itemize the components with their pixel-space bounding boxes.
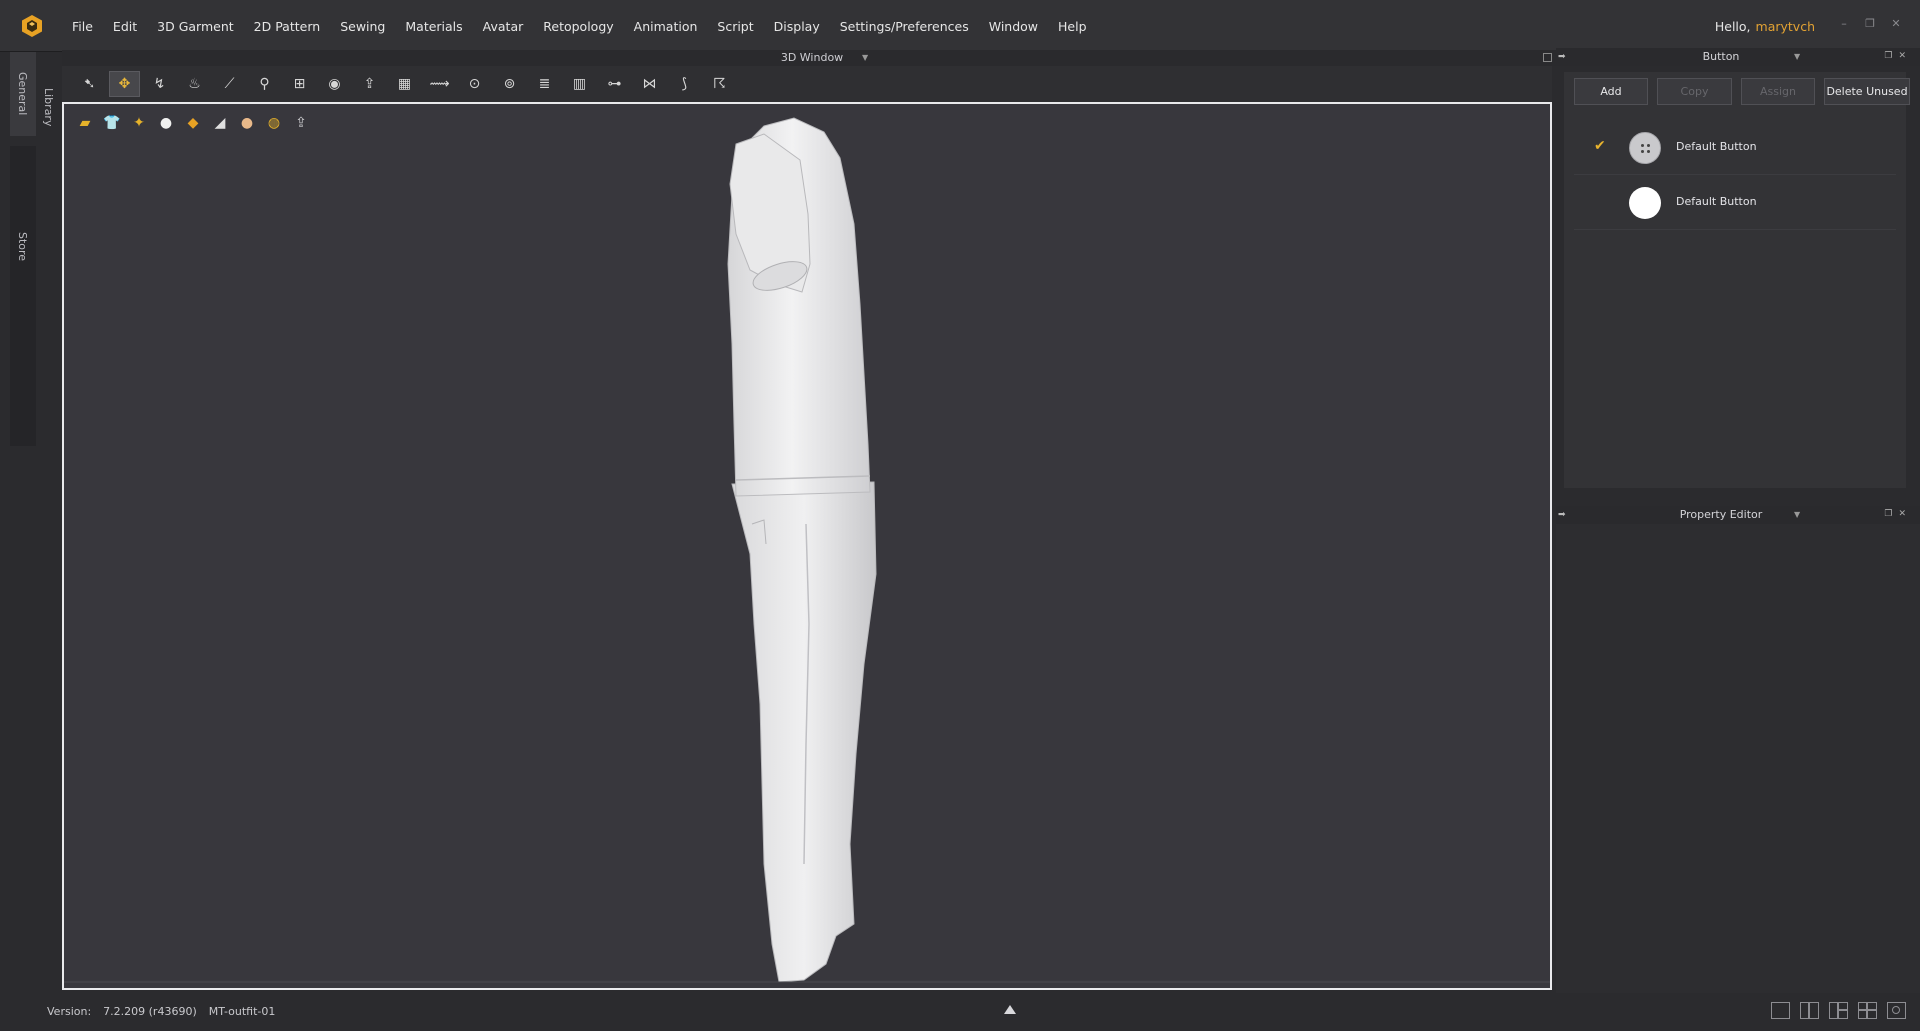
- tab-store-label: Store: [16, 232, 29, 262]
- menu-item-retopology[interactable]: Retopology: [533, 19, 623, 34]
- version-label: Version:: [47, 1005, 92, 1018]
- menu-item-animation[interactable]: Animation: [624, 19, 708, 34]
- main-menu: File Edit 3D Garment 2D Pattern Sewing Materi…: [62, 0, 1097, 52]
- greeting-text: Hello,: [1714, 18, 1751, 34]
- avatar-pose-icon[interactable]: ⚲: [249, 71, 280, 97]
- four-pane-layout-icon[interactable]: [1858, 1002, 1877, 1019]
- seam-icon[interactable]: ⋈: [634, 71, 665, 97]
- chevron-down-icon[interactable]: ▼: [862, 50, 868, 66]
- copy-button[interactable]: Copy: [1657, 78, 1732, 105]
- version-info: Version: 7.2.209 (r43690) MT-outfit-01: [47, 1005, 275, 1018]
- tack-icon[interactable]: ⊞: [284, 71, 315, 97]
- assign-button[interactable]: Assign: [1741, 78, 1815, 105]
- measure-icon[interactable]: ⟋: [214, 71, 245, 97]
- undock-icon[interactable]: ❐: [1884, 51, 1892, 61]
- chevron-down-icon[interactable]: ▼: [1794, 506, 1800, 524]
- window-3d-toolbar: ➷ ✥ ↯ ♨ ⟋ ⚲ ⊞ ◉ ⇪ ▦ ⟿ ⊙ ⊚ ≣ ▥ ⊶ ⋈ ⟆ ☈: [62, 66, 1552, 102]
- tab-general[interactable]: General: [10, 52, 36, 136]
- menu-item-script[interactable]: Script: [707, 19, 763, 34]
- file-name: MT-outfit-01: [208, 1005, 276, 1018]
- button-library-panel: Add Copy Assign Delete Unused ✔ Default …: [1564, 72, 1910, 488]
- three-pane-layout-icon[interactable]: [1829, 1002, 1848, 1019]
- button-name: Default Button: [1676, 140, 1757, 153]
- menu-item-help[interactable]: Help: [1048, 19, 1097, 34]
- property-editor-title: Property Editor: [1679, 508, 1763, 521]
- username-link[interactable]: marytvch: [1756, 19, 1815, 34]
- list-item[interactable]: ✔ Default Button: [1574, 120, 1896, 175]
- menu-item-3d-garment[interactable]: 3D Garment: [147, 19, 244, 34]
- window-controls: – ❐ ✕: [1838, 18, 1902, 30]
- restore-icon[interactable]: ❐: [1864, 18, 1876, 30]
- undock-icon[interactable]: ❐: [1884, 509, 1892, 519]
- user-greeting: Hello, marytvch: [1715, 0, 1815, 52]
- layout-switcher: [1771, 1002, 1906, 1019]
- window-3d-header: 3D Window ▼: [62, 50, 1562, 66]
- pipe-icon[interactable]: ⟆: [669, 71, 700, 97]
- pin-icon[interactable]: ◉: [319, 71, 350, 97]
- button-thumbnail: [1629, 187, 1661, 219]
- split-layout-icon[interactable]: [1800, 1002, 1819, 1019]
- button-name: Default Button: [1676, 195, 1757, 208]
- menu-bar: File Edit 3D Garment 2D Pattern Sewing Materi…: [0, 0, 1920, 52]
- menu-item-materials[interactable]: Materials: [395, 19, 472, 34]
- version-number: 7.2.209 (r43690): [103, 1005, 197, 1018]
- menu-item-settings-preferences[interactable]: Settings/Preferences: [830, 19, 979, 34]
- menu-item-sewing[interactable]: Sewing: [330, 19, 395, 34]
- side-tab-strip: General Library Store: [0, 52, 62, 1031]
- zipper-icon[interactable]: ≣: [529, 71, 560, 97]
- property-editor-panel: [1556, 524, 1920, 993]
- window-3d-title: 3D Window: [780, 51, 844, 64]
- close-icon[interactable]: ✕: [1898, 51, 1906, 61]
- custom-layout-icon[interactable]: [1887, 1002, 1906, 1019]
- right-panel-column: ➡ Button ▼ ❐ ✕ Add Copy Assign Delete Un…: [1556, 48, 1920, 993]
- menu-item-avatar[interactable]: Avatar: [473, 19, 534, 34]
- panel-window-icons: ❐ ✕: [1884, 509, 1906, 519]
- undock-icon[interactable]: [1543, 53, 1552, 62]
- menu-item-2d-pattern[interactable]: 2D Pattern: [244, 19, 331, 34]
- menu-item-edit[interactable]: Edit: [103, 19, 147, 34]
- close-icon[interactable]: ✕: [1890, 18, 1902, 30]
- button-panel-actions: Add Copy Assign Delete Unused: [1574, 78, 1910, 105]
- trim-icon[interactable]: ⊶: [599, 71, 630, 97]
- property-editor-header: ➡ Property Editor ▼ ❐ ✕: [1556, 506, 1920, 524]
- panel-window-icons: ❐ ✕: [1884, 51, 1906, 61]
- move-icon[interactable]: ✥: [109, 71, 140, 97]
- checkmark-icon: ✔: [1594, 138, 1606, 154]
- garment-select-icon[interactable]: ♨: [179, 71, 210, 97]
- list-item[interactable]: Default Button: [1574, 175, 1896, 230]
- run-icon[interactable]: ☈: [704, 71, 735, 97]
- buttonhole-icon[interactable]: ⊚: [494, 71, 525, 97]
- garment-model[interactable]: [64, 104, 1552, 990]
- single-layout-icon[interactable]: [1771, 1002, 1790, 1019]
- chevron-down-icon[interactable]: ▼: [1794, 48, 1800, 66]
- button-panel-header: ➡ Button ▼ ❐ ✕: [1556, 48, 1920, 66]
- tab-general-label: General: [16, 72, 29, 116]
- strap-icon[interactable]: ⟿: [424, 71, 455, 97]
- button-icon[interactable]: ⊙: [459, 71, 490, 97]
- add-button[interactable]: Add: [1574, 78, 1648, 105]
- tab-store[interactable]: Store: [10, 146, 36, 446]
- menu-item-display[interactable]: Display: [764, 19, 830, 34]
- button-panel-title: Button: [1702, 50, 1740, 63]
- minimize-icon[interactable]: –: [1838, 18, 1850, 30]
- menu-item-file[interactable]: File: [62, 19, 103, 34]
- close-icon[interactable]: ✕: [1898, 509, 1906, 519]
- fold-icon[interactable]: ↯: [144, 71, 175, 97]
- menu-item-window[interactable]: Window: [979, 19, 1048, 34]
- status-bar: Version: 7.2.209 (r43690) MT-outfit-01: [30, 993, 1920, 1031]
- tab-library[interactable]: Library: [42, 88, 55, 126]
- 3d-viewport[interactable]: ▰ 👕 ✦ ● ◆ ◢ ● ◍ ⇪: [62, 102, 1552, 990]
- fold-arrangement-icon[interactable]: ⇪: [354, 71, 385, 97]
- button-thumbnail: [1629, 132, 1661, 164]
- select-icon[interactable]: ➷: [74, 71, 105, 97]
- mesh-icon[interactable]: ▦: [389, 71, 420, 97]
- clo-logo-icon[interactable]: [20, 14, 44, 38]
- puckering-icon[interactable]: ▥: [564, 71, 595, 97]
- delete-unused-button[interactable]: Delete Unused: [1824, 78, 1910, 105]
- expand-up-icon[interactable]: [1004, 1005, 1016, 1014]
